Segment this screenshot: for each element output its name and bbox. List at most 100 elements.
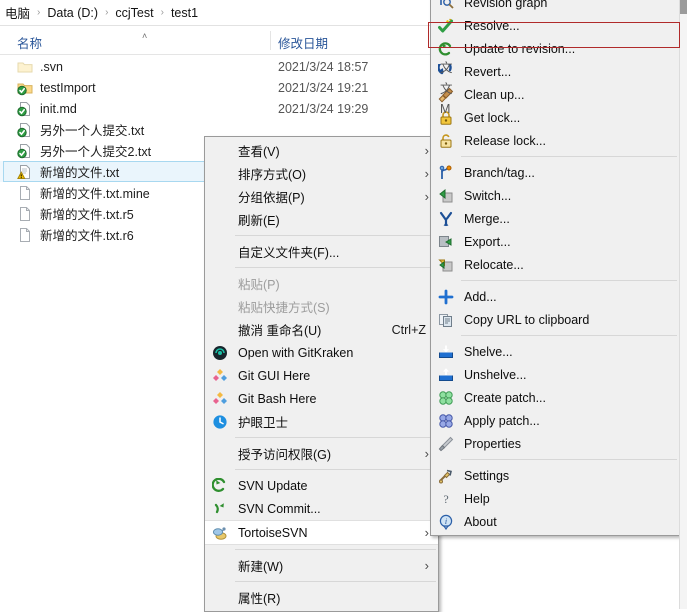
- explorer-context-menu[interactable]: 查看(V)›排序方式(O)›分组依据(P)›刷新(E)自定义文件夹(F)...粘…: [204, 136, 439, 612]
- menu-item-release-lock[interactable]: Release lock...: [431, 129, 679, 152]
- menu-item-open-with-gitkraken[interactable]: Open with GitKraken: [205, 341, 438, 364]
- file-name: .svn: [40, 60, 63, 74]
- menu-item-svn-update[interactable]: SVN Update: [205, 474, 438, 497]
- menu-item-copy-url-to-clipboard[interactable]: Copy URL to clipboard: [431, 308, 679, 331]
- breadcrumb-item-0[interactable]: 电脑: [2, 3, 33, 22]
- column-header-date[interactable]: 修改日期: [278, 33, 328, 52]
- file-svn-normal-icon: [17, 122, 33, 138]
- menu-item-label: About: [464, 515, 497, 529]
- breadcrumb-separator[interactable]: ›: [33, 7, 44, 18]
- menu-item-shelve[interactable]: Shelve...: [431, 340, 679, 363]
- shelve-icon: [438, 344, 454, 360]
- menu-item-get-lock[interactable]: Get lock...: [431, 106, 679, 129]
- tortoisesvn-icon: [212, 525, 228, 541]
- breadcrumb-item-1[interactable]: Data (D:): [44, 6, 101, 20]
- menu-item-properties[interactable]: Properties: [431, 432, 679, 455]
- menu-item-tortoisesvn[interactable]: TortoiseSVN›: [205, 520, 438, 545]
- menu-separator: [235, 437, 436, 438]
- chevron-right-icon: ›: [425, 144, 429, 157]
- menu-item-label: 自定义文件夹(F)...: [238, 242, 339, 261]
- menu-item-e[interactable]: 刷新(E): [205, 208, 438, 231]
- menu-item-label: Revert...: [464, 65, 511, 79]
- menu-item-label: Release lock...: [464, 134, 546, 148]
- menu-item-w[interactable]: 新建(W)›: [205, 554, 438, 577]
- menu-item-svn-commit[interactable]: SVN Commit...: [205, 497, 438, 520]
- about-icon: i: [438, 514, 454, 530]
- menu-item-g[interactable]: 授予访问权限(G)›: [205, 442, 438, 465]
- update-icon: [438, 41, 454, 57]
- menu-item-p[interactable]: 分组依据(P)›: [205, 185, 438, 208]
- folder-hidden-icon: [17, 59, 33, 75]
- tortoisesvn-submenu[interactable]: Revision graph Resolve...Update to revisi…: [430, 0, 680, 536]
- menu-item-create-patch[interactable]: Create patch...: [431, 386, 679, 409]
- menu-item-about[interactable]: i About: [431, 510, 679, 533]
- menu-item-resolve[interactable]: Resolve...: [431, 14, 679, 37]
- menu-item-r[interactable]: 属性(R): [205, 586, 438, 609]
- no-icon: [212, 322, 228, 338]
- file-row[interactable]: testImport2021/3/24 19:21文: [0, 77, 455, 98]
- menu-item-git-bash-here[interactable]: Git Bash Here: [205, 387, 438, 410]
- menu-item-unshelve[interactable]: Unshelve...: [431, 363, 679, 386]
- breadcrumb-item-2[interactable]: ccjTest: [112, 6, 156, 20]
- menu-item-label: 排序方式(O): [238, 164, 306, 183]
- menu-item-shortcut: Ctrl+Z: [392, 323, 426, 337]
- menu-item-switch[interactable]: Switch...: [431, 184, 679, 207]
- menu-separator: [235, 581, 436, 582]
- no-icon: [212, 244, 228, 260]
- menu-item-revision-graph[interactable]: Revision graph: [431, 0, 679, 14]
- no-icon: [212, 590, 228, 606]
- menu-item-label: Properties: [464, 437, 521, 451]
- file-name: 新增的文件.txt: [40, 162, 119, 181]
- menu-item-branch-tag[interactable]: Branch/tag...: [431, 161, 679, 184]
- menu-item-f[interactable]: 自定义文件夹(F)...: [205, 240, 438, 263]
- no-icon: [212, 189, 228, 205]
- column-divider[interactable]: [270, 31, 271, 50]
- breadcrumb-item-3[interactable]: test1: [168, 6, 201, 20]
- menu-item-help[interactable]: ?Help: [431, 487, 679, 510]
- breadcrumb-separator[interactable]: ›: [157, 7, 168, 18]
- menu-item-label: Help: [464, 492, 490, 506]
- resolve-icon: [438, 18, 454, 34]
- menu-item-label: 新建(W): [238, 556, 283, 575]
- menu-item-export[interactable]: Export...: [431, 230, 679, 253]
- scrollbar-thumb[interactable]: [680, 0, 687, 14]
- menu-item-u[interactable]: 撤消 重命名(U)Ctrl+Z: [205, 318, 438, 341]
- git-icon: [212, 368, 228, 384]
- menu-item-apply-patch[interactable]: Apply patch...: [431, 409, 679, 432]
- menu-item-update-to-revision[interactable]: Update to revision...: [431, 37, 679, 60]
- file-row[interactable]: .svn2021/3/24 18:57文: [0, 56, 455, 77]
- menu-item-clean-up[interactable]: Clean up...: [431, 83, 679, 106]
- no-icon: [212, 446, 228, 462]
- folder-svn-normal-icon: [17, 80, 33, 96]
- menu-item-label: SVN Commit...: [238, 502, 321, 516]
- no-icon: [212, 212, 228, 228]
- column-header-name[interactable]: 名称: [17, 33, 42, 52]
- file-date: 2021/3/24 19:21: [278, 81, 368, 95]
- menu-item-label: Revision graph: [464, 0, 547, 10]
- menu-item-merge[interactable]: Merge...: [431, 207, 679, 230]
- menu-item-add[interactable]: Add...: [431, 285, 679, 308]
- chevron-right-icon: ›: [425, 447, 429, 460]
- menu-separator: [461, 459, 677, 460]
- menu-item-label: Get lock...: [464, 111, 520, 125]
- menu-item-git-gui-here[interactable]: Git GUI Here: [205, 364, 438, 387]
- breadcrumb-separator[interactable]: ›: [101, 7, 112, 18]
- breadcrumb[interactable]: 电脑›Data (D:)›ccjTest›test1: [0, 0, 455, 26]
- menu-item-revert[interactable]: Revert...: [431, 60, 679, 83]
- file-row[interactable]: init.md2021/3/24 19:29M: [0, 98, 455, 119]
- revision-graph-icon: [438, 0, 454, 11]
- menu-separator: [461, 335, 677, 336]
- menu-item-relocate[interactable]: Relocate...: [431, 253, 679, 276]
- menu-item-v[interactable]: 查看(V)›: [205, 139, 438, 162]
- menu-item-label: Shelve...: [464, 345, 513, 359]
- menu-item-label: 属性(R): [238, 588, 280, 607]
- menu-item-p: 粘贴(P): [205, 272, 438, 295]
- menu-item-o[interactable]: 排序方式(O)›: [205, 162, 438, 185]
- window-scrollbar[interactable]: [679, 0, 687, 609]
- menu-item-label: Merge...: [464, 212, 510, 226]
- menu-item-label: Create patch...: [464, 391, 546, 405]
- menu-item-settings[interactable]: Settings: [431, 464, 679, 487]
- menu-item-label: 护眼卫士: [238, 412, 288, 431]
- menu-item-[interactable]: 护眼卫士: [205, 410, 438, 433]
- copy-url-icon: [438, 312, 454, 328]
